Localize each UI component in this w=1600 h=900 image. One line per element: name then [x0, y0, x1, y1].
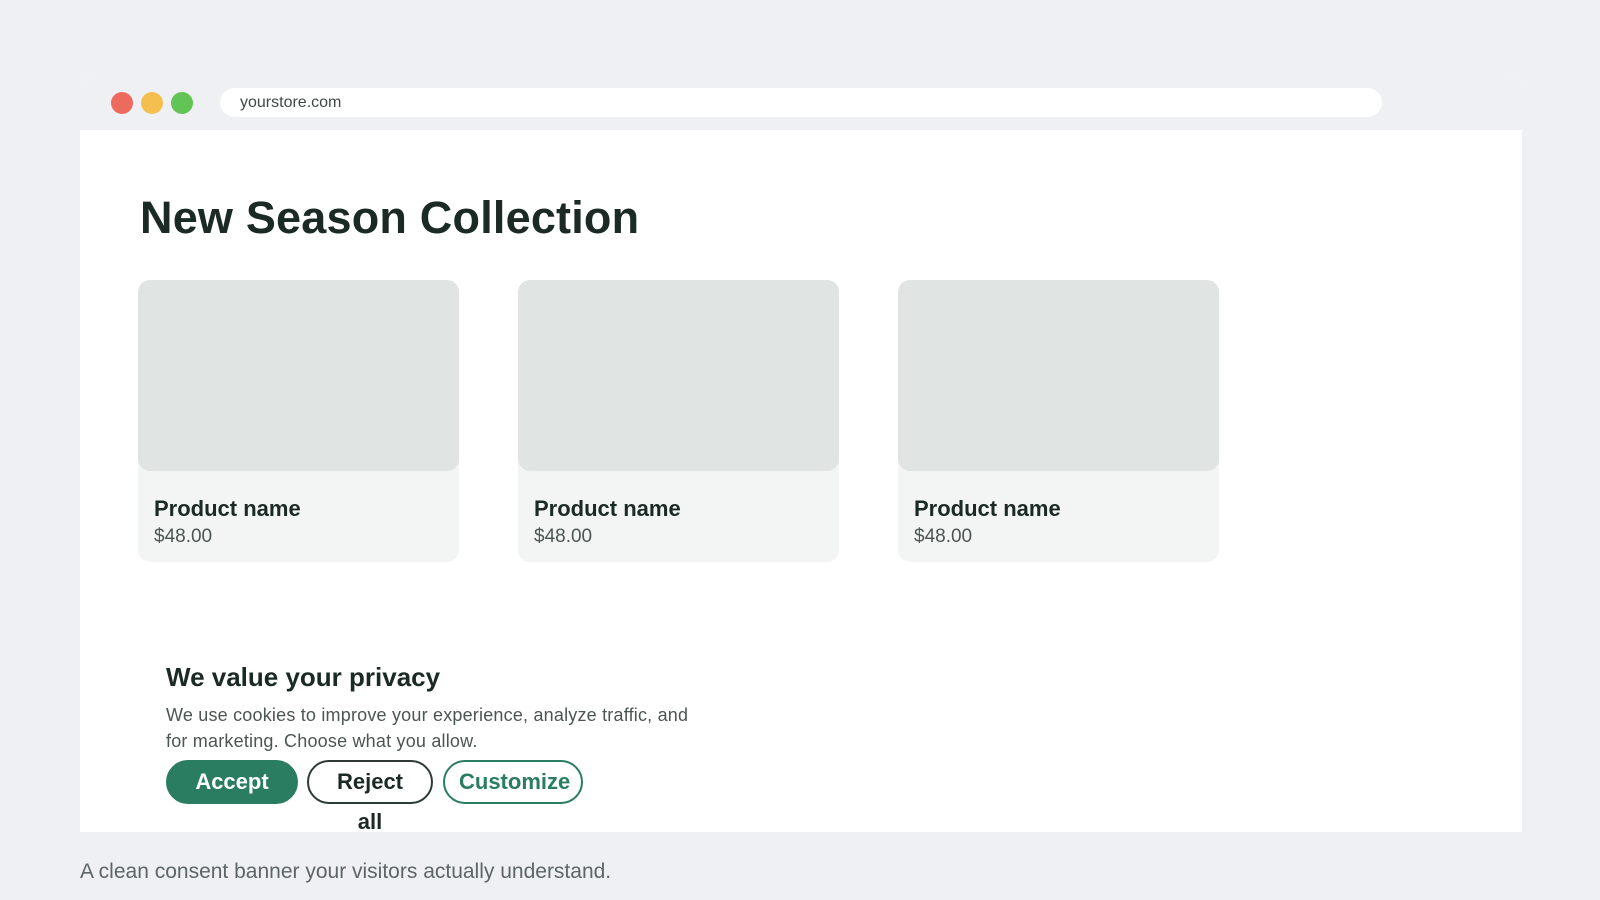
product-name: Product name	[914, 496, 1061, 521]
reject-all-button[interactable]: Reject all	[307, 760, 433, 832]
page-title: New Season Collection	[140, 192, 640, 243]
customize-button[interactable]: Customize	[443, 760, 583, 804]
product-card[interactable]: Product name $48.00	[138, 280, 459, 562]
product-card[interactable]: Product name $48.00	[898, 280, 1219, 562]
consent-title: We value your privacy	[166, 662, 441, 692]
product-name: Product name	[534, 496, 681, 521]
caption: A clean consent banner your visitors act…	[80, 860, 612, 883]
browser-window: yourstore.com New Season Collection Prod…	[80, 72, 1522, 832]
product-image-placeholder	[898, 280, 1219, 471]
close-window-button[interactable]	[111, 92, 133, 114]
product-card[interactable]: Product name $48.00	[518, 280, 839, 562]
address-bar-url: yourstore.com	[240, 94, 342, 111]
cookie-consent-banner: We value your privacy We use cookies to …	[166, 662, 726, 832]
browser-toolbar: yourstore.com	[80, 72, 1522, 130]
product-image-placeholder	[138, 280, 459, 471]
product-price: $48.00	[154, 526, 213, 547]
minimize-window-button[interactable]	[141, 92, 163, 114]
product-price: $48.00	[914, 526, 973, 547]
address-bar[interactable]: yourstore.com	[220, 88, 1382, 117]
product-price: $48.00	[534, 526, 593, 547]
product-image-placeholder	[518, 280, 839, 471]
accept-all-button[interactable]: Accept all	[166, 760, 298, 832]
maximize-window-button[interactable]	[171, 92, 193, 114]
product-name: Product name	[154, 496, 301, 521]
consent-description: We use cookies to improve your experienc…	[166, 705, 689, 751]
